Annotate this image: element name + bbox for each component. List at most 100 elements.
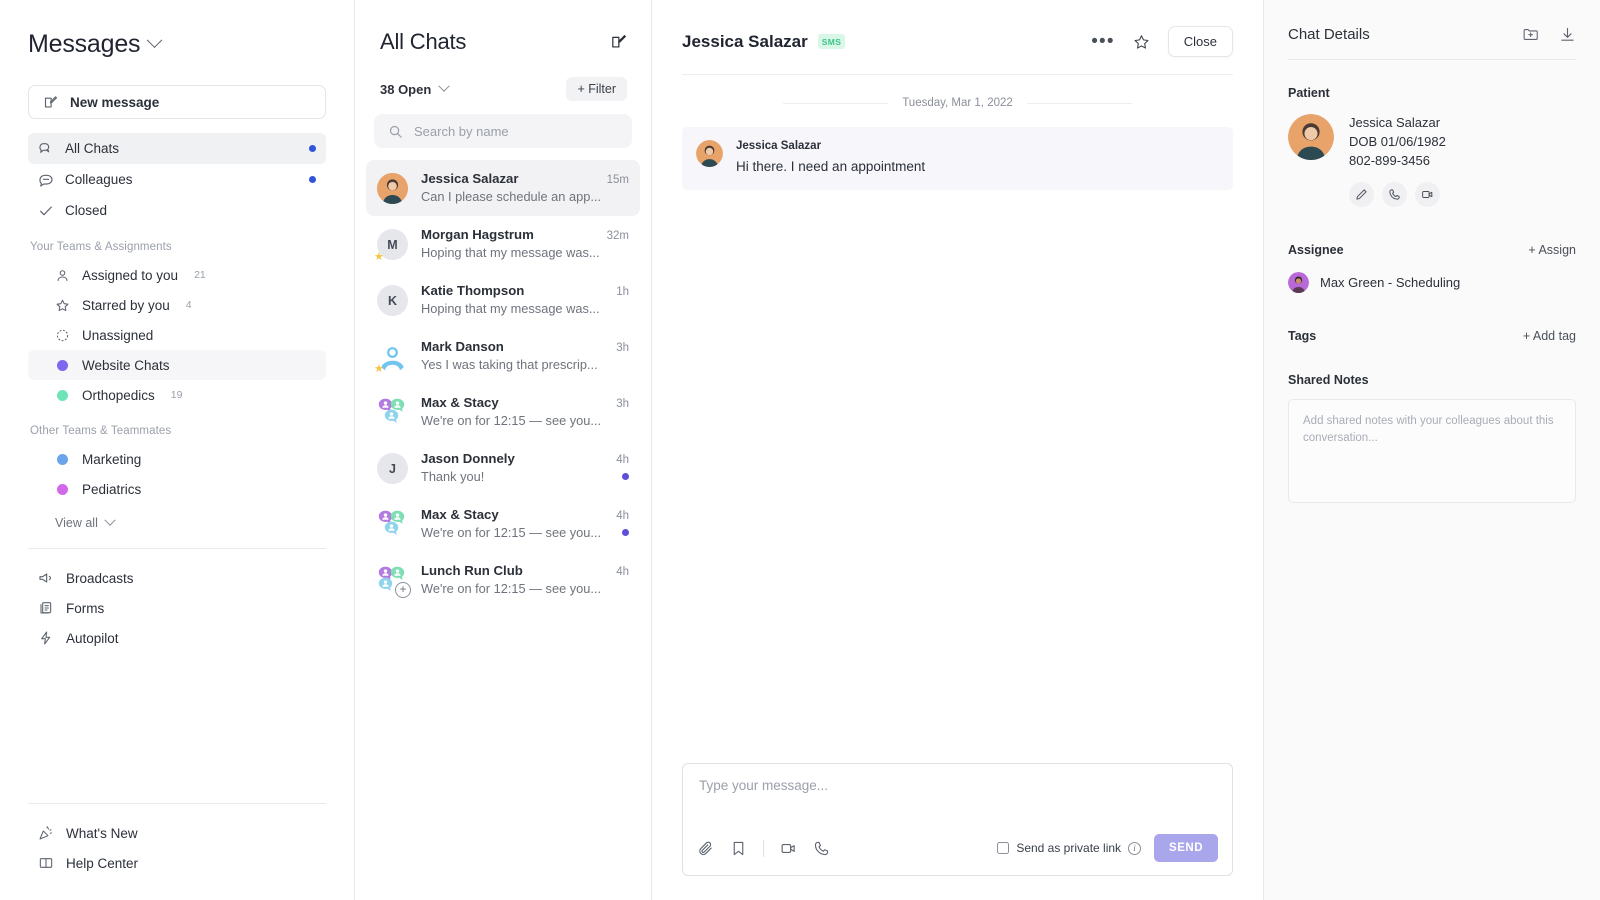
unread-dot [309,176,316,183]
chevron-down-icon [438,80,450,92]
details-title: Chat Details [1288,26,1370,43]
close-conversation-button[interactable]: Close [1167,26,1233,57]
sidebar-item-help-center[interactable]: Help Center [28,848,326,878]
send-as-private-link-option[interactable]: Send as private link i [997,841,1142,855]
star-icon[interactable] [1133,33,1150,50]
open-count-dropdown[interactable]: 38 Open [380,80,450,97]
sidebar-item-website-chats[interactable]: Website Chats [28,350,326,380]
unread-dot [309,145,316,152]
more-horizontal-icon[interactable]: ••• [1091,32,1115,51]
phone-icon[interactable] [1382,181,1407,207]
chat-item-name: Katie Thompson [421,283,525,298]
chat-list-item[interactable]: J Jason Donnely 4h Thank you! [366,440,640,496]
chat-item-time: 4h [616,510,629,522]
chat-list-item[interactable]: + Lunch Run Club 4h We're on for 12:15 —… [366,552,640,608]
video-icon[interactable] [1415,181,1440,207]
sidebar-item-starred-by-you[interactable]: Starred by you 4 [28,290,326,320]
video-icon[interactable] [780,840,797,857]
sidebar-item-label: What's New [66,825,138,841]
add-tag-button[interactable]: + Add tag [1523,329,1576,343]
group-avatar [377,509,408,540]
bolt-icon [37,630,54,647]
patient-name: Jessica Salazar [1349,115,1441,130]
avatar [377,173,408,204]
sidebar-item-broadcasts[interactable]: Broadcasts [28,563,326,593]
app-root: Messages New message All Chats Colleague… [0,0,1600,900]
phone-icon[interactable] [813,840,830,857]
sidebar-item-assigned-to-you[interactable]: Assigned to you 21 [28,260,326,290]
info-icon[interactable]: i [1128,841,1142,855]
message-input[interactable]: Type your message... [683,764,1232,834]
sidebar-item-label: Colleagues [65,172,133,187]
sidebar-item-label: Website Chats [82,357,170,373]
chat-list-item[interactable]: Max & Stacy 4h We're on for 12:15 — see … [366,496,640,552]
view-all-teams-button[interactable]: View all [28,510,326,530]
sidebar-item-closed[interactable]: Closed [28,195,326,226]
filter-button[interactable]: + Filter [566,77,627,101]
chat-item-name: Jessica Salazar [421,171,519,186]
add-member-icon[interactable]: + [395,582,411,598]
sidebar-item-forms[interactable]: Forms [28,593,326,623]
avatar: ★ [374,341,408,375]
chat-item-body: Max & Stacy 4h We're on for 12:15 — see … [421,507,629,540]
chat-list-header: All Chats [355,29,651,55]
message-composer: Type your message... Send as private lin… [682,763,1233,876]
sidebar-item-unassigned[interactable]: Unassigned [28,320,326,350]
chat-list-item[interactable]: K Katie Thompson 1h Hoping that my messa… [366,272,640,328]
confetti-icon [37,825,54,842]
patient-chart-icon[interactable] [1522,26,1539,43]
star-badge-icon: ★ [374,363,384,375]
tags-section: Tags + Add tag [1288,329,1576,343]
chat-item-body: Lunch Run Club 4h We're on for 12:15 — s… [421,563,629,596]
sidebar-item-colleagues[interactable]: Colleagues [28,164,326,195]
conversation-messages: Tuesday, Mar 1, 2022 Jessica Salazar Hi … [652,75,1263,763]
assignee-item[interactable]: Max Green - Scheduling [1288,271,1576,293]
unread-dot [622,473,629,480]
unread-dot [622,529,629,536]
send-button[interactable]: SEND [1154,834,1218,862]
chat-list-item[interactable]: Jessica Salazar 15m Can I please schedul… [366,160,640,216]
search-input[interactable] [414,123,619,139]
sidebar-item-label: All Chats [65,141,120,156]
attachment-icon[interactable] [697,840,714,857]
open-count-label: 38 Open [380,81,432,97]
new-message-button[interactable]: New message [28,85,326,119]
chat-list-item[interactable]: M ★ Morgan Hagstrum 32m Hoping that my m… [366,216,640,272]
color-dot-icon [54,387,71,404]
day-separator: Tuesday, Mar 1, 2022 [682,97,1233,109]
search-container[interactable] [374,114,632,148]
sidebar-item-label: Starred by you [82,297,170,313]
person-icon [54,267,71,284]
sidebar-item-marketing[interactable]: Marketing [28,444,326,474]
chat-list-item[interactable]: Max & Stacy 3h We're on for 12:15 — see … [366,384,640,440]
sidebar-item-all-chats[interactable]: All Chats [28,133,326,164]
chat-item-body: Morgan Hagstrum 32m Hoping that my messa… [421,227,629,260]
shared-notes-input[interactable]: Add shared notes with your colleagues ab… [1288,398,1576,503]
messages-menu[interactable]: Messages [28,30,326,59]
sidebar-item-label: Marketing [82,451,142,467]
chat-item-body: Max & Stacy 3h We're on for 12:15 — see … [421,395,629,428]
sidebar-item-label: Help Center [66,855,139,871]
forms-icon [37,600,54,617]
chat-list-item[interactable]: ★ Mark Danson 3h Yes I was taking that p… [366,328,640,384]
sidebar-divider [28,548,326,549]
compose-icon[interactable] [610,34,627,51]
download-icon[interactable] [1559,26,1576,43]
sidebar-item-label: Broadcasts [66,570,134,586]
sidebar-item-whats-new[interactable]: What's New [28,818,326,848]
sidebar-item-pediatrics[interactable]: Pediatrics [28,474,326,504]
sidebar-footer: What's New Help Center [0,785,354,900]
assignee-section: Assignee + Assign Max Green - Scheduling [1288,243,1576,293]
status-badge: SMS [817,34,846,49]
private-link-checkbox[interactable] [997,842,1010,854]
your-teams-heading: Your Teams & Assignments [30,241,172,253]
sidebar-item-orthopedics[interactable]: Orthopedics 19 [28,380,326,410]
chat-item-body: Jason Donnely 4h Thank you! [421,451,629,484]
sidebar-item-autopilot[interactable]: Autopilot [28,623,326,653]
patient-info: Jessica Salazar DOB 01/06/1982 802-899-3… [1349,114,1446,171]
assign-button[interactable]: + Assign [1528,243,1576,257]
patient-dob: DOB 01/06/1982 [1349,133,1446,149]
conversation-actions: ••• Close [1091,26,1233,57]
edit-icon[interactable] [1349,181,1374,207]
bookmark-icon[interactable] [730,840,747,857]
